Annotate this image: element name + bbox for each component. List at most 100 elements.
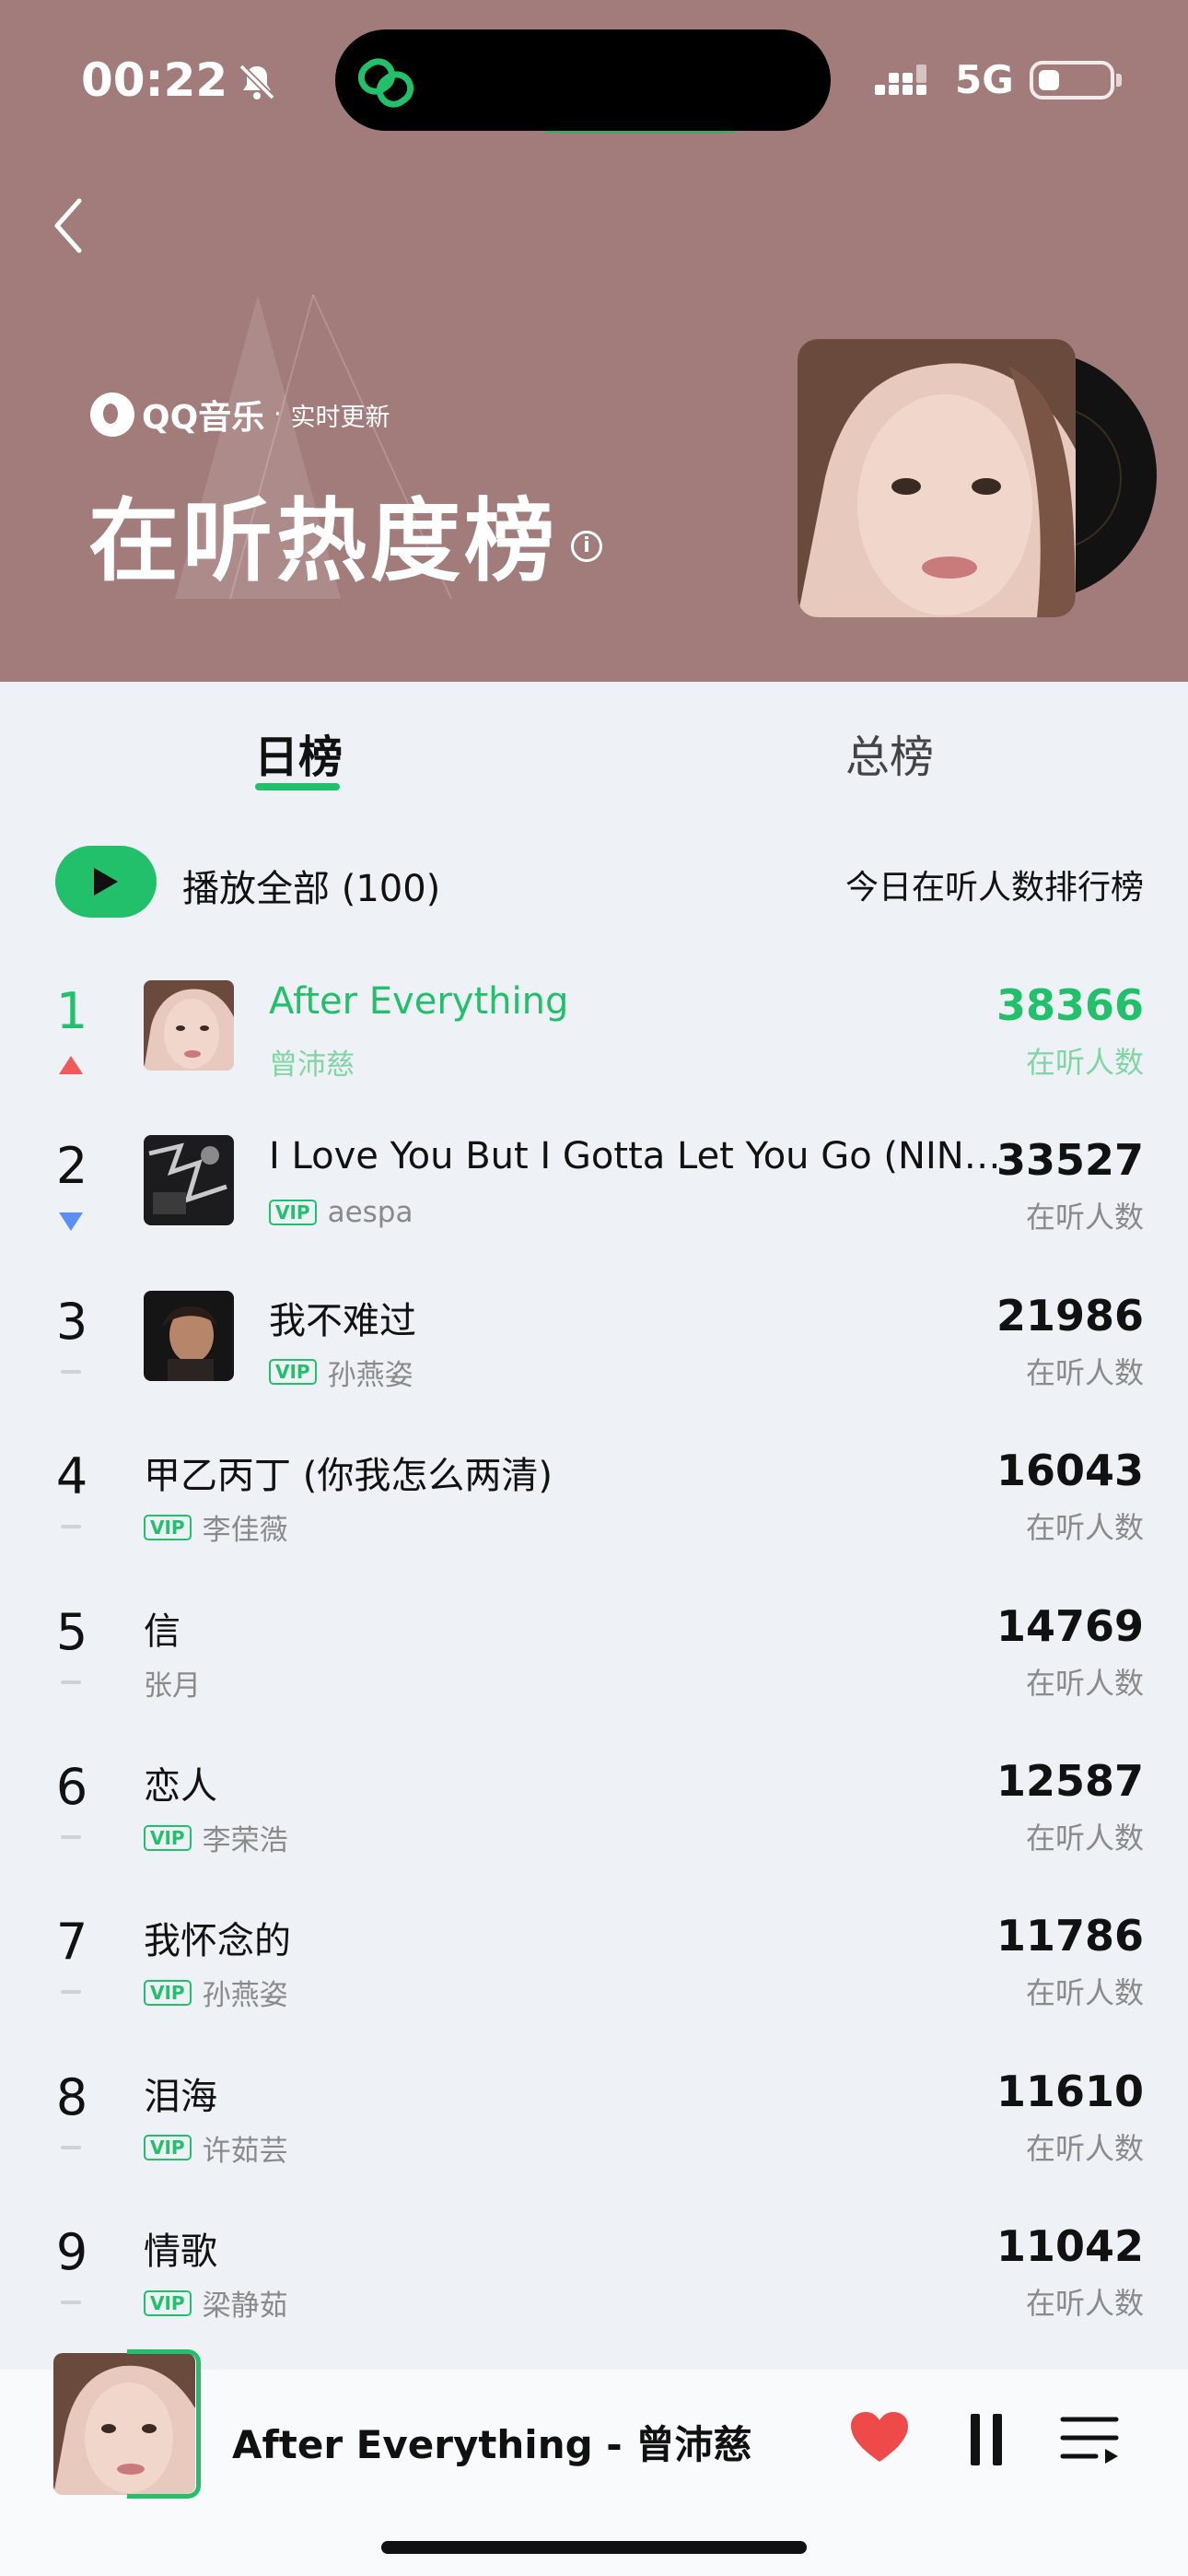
song-meta: VIP 李荣浩 xyxy=(144,1817,288,1858)
song-meta: 曾沛慈 xyxy=(269,1041,355,1083)
vip-badge: VIP xyxy=(144,1824,192,1851)
rank-number: 2 xyxy=(55,1137,88,1196)
song-title[interactable]: 甲乙丙丁 (你我怎么两清) xyxy=(144,1446,553,1499)
listener-count-label: 在听人数 xyxy=(1025,1200,1144,1235)
pause-icon[interactable] xyxy=(967,2414,1004,2465)
qq-music-logo-icon xyxy=(90,392,134,437)
song-meta: VIP 许茹芸 xyxy=(144,2127,288,2169)
listener-count: 33527 xyxy=(996,1135,1144,1186)
page-title: 在听热度榜 xyxy=(88,489,559,594)
song-title[interactable]: 我不难过 xyxy=(269,1291,416,1344)
trend-same-icon xyxy=(61,2301,81,2305)
qq-music-live-icon xyxy=(357,58,414,108)
song-title[interactable]: 信 xyxy=(144,1601,181,1655)
listener-count-label: 在听人数 xyxy=(1025,1975,1144,2011)
rank-number: 1 xyxy=(55,982,88,1040)
tab-active-indicator xyxy=(255,783,340,790)
song-row[interactable]: 3 我不难过 VIP 孙燕姿 21986 在听人数 xyxy=(0,1283,1188,1438)
song-title[interactable]: 我怀念的 xyxy=(144,1911,291,1964)
play-all-label[interactable]: 播放全部 (100) xyxy=(182,859,440,912)
rank-number: 6 xyxy=(55,1758,88,1816)
trend-up-icon xyxy=(59,1056,83,1074)
song-row[interactable]: 5 信张月 14769 在听人数 xyxy=(0,1594,1188,1749)
song-title[interactable]: After Everything xyxy=(269,980,568,1023)
trend-same-icon xyxy=(61,1525,81,1529)
song-meta: VIP 孙燕姿 xyxy=(269,1352,413,1393)
listener-count: 16043 xyxy=(996,1446,1144,1496)
artist-name[interactable]: 许茹芸 xyxy=(203,2127,288,2169)
vip-badge: VIP xyxy=(144,2135,192,2161)
ranking-description: 今日在听人数排行榜 xyxy=(844,869,1144,907)
rank-number: 4 xyxy=(55,1447,88,1506)
song-row[interactable]: 2 I Love You But I Gotta Let You Go (NING… xyxy=(0,1128,1188,1282)
status-time: 00:22 xyxy=(81,53,228,107)
listener-count-label: 在听人数 xyxy=(1025,2130,1144,2166)
artist-name[interactable]: 梁静茹 xyxy=(203,2282,288,2324)
artist-name[interactable]: aespa xyxy=(328,1196,413,1229)
song-meta: VIP 梁静茹 xyxy=(144,2282,288,2324)
trend-same-icon xyxy=(61,1680,81,1684)
chart-cover-image[interactable] xyxy=(798,339,1076,617)
brand-line: QQ音乐 · 实时更新 xyxy=(90,391,390,439)
rank-number: 5 xyxy=(55,1602,88,1661)
rank-number: 9 xyxy=(55,2223,88,2282)
song-meta: VIP 孙燕姿 xyxy=(144,1972,288,2013)
rank-number: 8 xyxy=(55,2067,88,2126)
rank-number: 3 xyxy=(55,1292,88,1351)
brand-subtitle: 实时更新 xyxy=(290,403,390,432)
song-title[interactable]: 恋人 xyxy=(144,1756,217,1809)
heart-icon[interactable] xyxy=(849,2410,910,2465)
back-chevron-icon[interactable] xyxy=(46,193,92,258)
rank-number: 7 xyxy=(55,1913,88,1972)
listener-count: 38366 xyxy=(996,980,1144,1030)
listener-count: 11610 xyxy=(996,2066,1144,2116)
song-cover-thumbnail[interactable] xyxy=(144,1135,234,1226)
artist-name[interactable]: 孙燕姿 xyxy=(203,1972,288,2013)
listener-count-label: 在听人数 xyxy=(1025,1665,1144,1701)
song-cover-thumbnail[interactable] xyxy=(144,1290,234,1381)
song-row[interactable]: 8 泪海 VIP 许茹芸 11610 在听人数 xyxy=(0,2059,1188,2214)
listener-count: 21986 xyxy=(996,1290,1144,1341)
song-title[interactable]: 情歌 xyxy=(144,2221,217,2275)
bell-muted-icon xyxy=(239,64,275,100)
tab-total[interactable]: 总榜 xyxy=(845,720,934,785)
listener-count-label: 在听人数 xyxy=(1025,1354,1144,1390)
artist-name[interactable]: 孙燕姿 xyxy=(328,1352,413,1393)
signal-icon xyxy=(875,64,926,95)
song-meta: VIP 李佳薇 xyxy=(144,1506,288,1548)
song-cover-thumbnail[interactable] xyxy=(144,980,234,1071)
vip-badge: VIP xyxy=(269,1200,317,1226)
home-indicator xyxy=(381,2541,807,2554)
artist-name[interactable]: 张月 xyxy=(144,1662,201,1704)
brand-separator: · xyxy=(274,401,282,428)
artist-name[interactable]: 李佳薇 xyxy=(203,1506,288,1548)
battery-icon xyxy=(1030,61,1114,100)
listener-count: 11042 xyxy=(996,2221,1144,2272)
trend-same-icon xyxy=(61,1369,81,1374)
listener-count: 14769 xyxy=(996,1600,1144,1651)
info-icon[interactable]: i xyxy=(571,531,602,562)
trend-same-icon xyxy=(61,1990,81,1995)
network-type: 5G xyxy=(955,57,1014,102)
artist-name[interactable]: 曾沛慈 xyxy=(269,1041,355,1083)
trend-same-icon xyxy=(61,1835,81,1839)
chart-header: 00:22 5G QQ音乐 · 实时更新 在听热度榜 i xyxy=(0,0,1188,682)
song-row[interactable]: 6 恋人 VIP 李荣浩 12587 在听人数 xyxy=(0,1749,1188,1903)
tab-daily[interactable]: 日榜 xyxy=(254,720,343,785)
song-meta: 张月 xyxy=(144,1662,201,1704)
brand-name: QQ音乐 xyxy=(142,399,265,437)
listener-count-label: 在听人数 xyxy=(1025,1510,1144,1546)
listener-count-label: 在听人数 xyxy=(1025,1045,1144,1080)
song-title[interactable]: 泪海 xyxy=(144,2067,217,2120)
artist-name[interactable]: 李荣浩 xyxy=(203,1817,288,1858)
listener-count: 11786 xyxy=(996,1911,1144,1961)
song-row[interactable]: 1 After Everything 曾沛慈 38366 在听人数 xyxy=(0,973,1188,1128)
song-row[interactable]: 7 我怀念的 VIP 孙燕姿 11786 在听人数 xyxy=(0,1903,1188,2058)
now-playing-title[interactable]: After Everything - 曾沛慈 xyxy=(232,2414,751,2470)
song-row[interactable]: 9 情歌 VIP 梁静茹 11042 在听人数 xyxy=(0,2214,1188,2369)
song-title[interactable]: I Love You But I Gotta Let You Go (NINGN… xyxy=(269,1135,1006,1177)
playlist-icon[interactable] xyxy=(1059,2410,1124,2465)
song-meta: VIP aespa xyxy=(269,1196,413,1229)
song-row[interactable]: 4 甲乙丙丁 (你我怎么两清) VIP 李佳薇 16043 在听人数 xyxy=(0,1438,1188,1593)
play-all-button[interactable] xyxy=(55,846,157,918)
